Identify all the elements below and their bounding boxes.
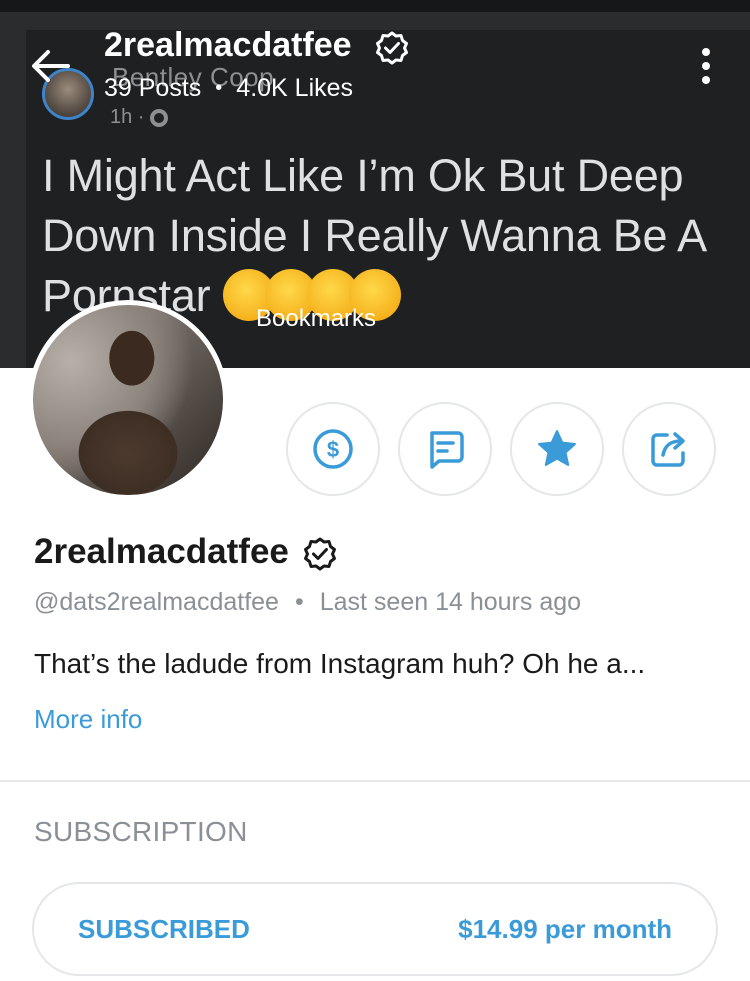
cover-post-text: I Might Act Like I’m Ok But Deep Down In… <box>42 146 732 326</box>
original-post-meta: 1h · <box>110 106 169 129</box>
handle-row: @dats2realmacdatfee • Last seen 14 hours… <box>34 588 581 617</box>
stats-separator: • <box>215 77 223 99</box>
share-icon <box>651 432 685 467</box>
last-seen: Last seen 14 hours ago <box>319 588 582 616</box>
cover-top-strip <box>0 0 750 12</box>
back-arrow-icon[interactable] <box>28 46 72 86</box>
bookmarks-label: Bookmarks <box>256 305 377 332</box>
verified-badge-icon <box>302 536 338 572</box>
profile-bio: That’s the ladude from Instagram huh? Oh… <box>34 648 646 679</box>
dollar-icon: $ <box>313 429 353 469</box>
share-button[interactable] <box>622 402 716 496</box>
tip-button[interactable]: $ <box>286 402 380 496</box>
favorite-button[interactable] <box>510 402 604 496</box>
posts-count: 39 Posts <box>104 74 202 102</box>
svg-text:$: $ <box>327 437 339 462</box>
more-info-link[interactable]: More info <box>34 704 142 735</box>
subscription-section-title: SUBSCRIPTION <box>34 816 248 847</box>
profile-avatar[interactable] <box>28 300 228 500</box>
header-stats: 39 Posts • 4.0K Likes <box>104 74 353 103</box>
message-icon <box>430 431 464 469</box>
star-icon <box>538 430 576 466</box>
message-button[interactable] <box>398 402 492 496</box>
original-post-time: 1h · <box>110 106 145 128</box>
subscription-status: SUBSCRIBED <box>78 913 250 944</box>
likes-count: 4.0K Likes <box>236 74 354 102</box>
section-divider <box>0 780 750 782</box>
profile-handle: @dats2realmacdatfee <box>34 588 279 616</box>
profile-display-name: 2realmacdatfee <box>34 532 289 571</box>
globe-icon <box>150 108 169 127</box>
handle-separator: • <box>294 588 304 616</box>
header-username: 2realmacdatfee <box>104 26 352 64</box>
profile-actions: $ <box>286 402 716 496</box>
subscription-button[interactable]: SUBSCRIBED $14.99 per month <box>32 882 718 976</box>
more-options-icon[interactable] <box>696 48 716 88</box>
verified-badge-icon <box>374 30 410 66</box>
subscription-price: $14.99 per month <box>458 913 672 944</box>
